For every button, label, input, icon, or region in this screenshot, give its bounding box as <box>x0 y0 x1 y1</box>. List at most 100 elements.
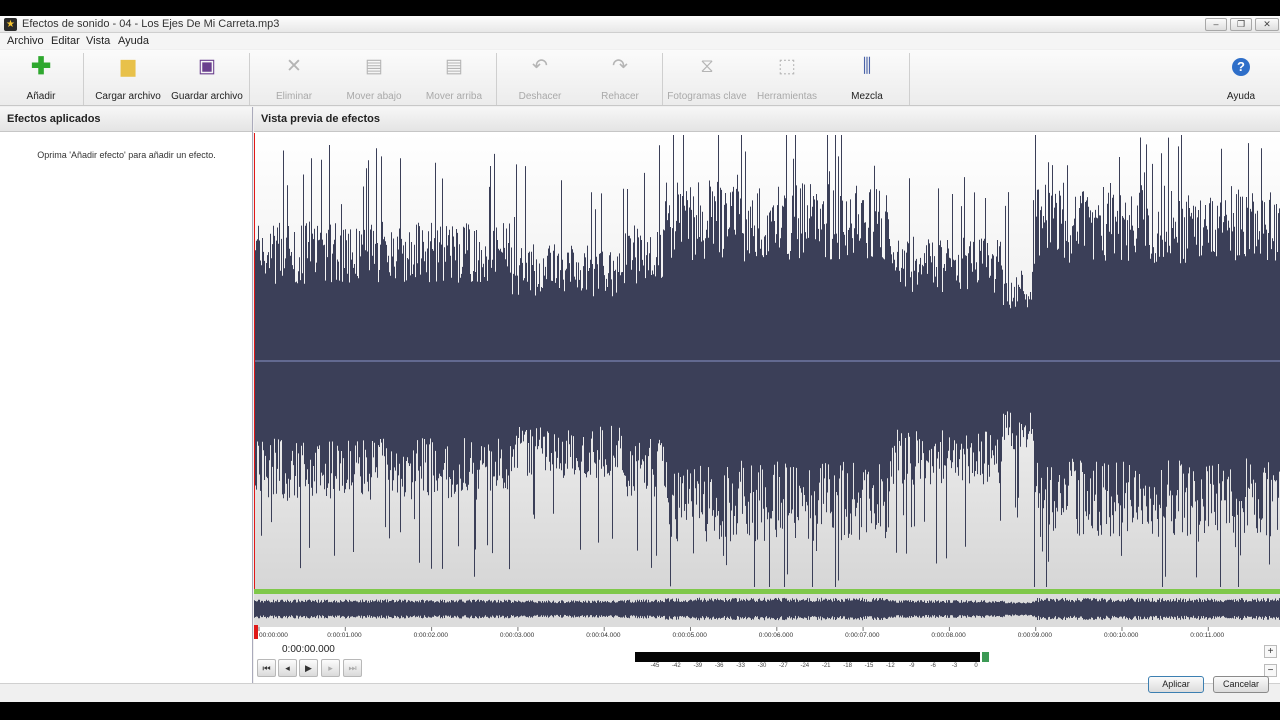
save-file-label: Guardar archivo <box>171 91 243 102</box>
folder-icon: ▆ <box>120 56 136 77</box>
mix-waveform-icon: ⫼ <box>862 56 872 77</box>
screen: ★ Efectos de sonido - 04 - Los Ejes De M… <box>0 0 1280 720</box>
delete-x-icon: ✕ <box>286 56 302 77</box>
effects-preview-title: Vista previa de efectos <box>254 107 1280 132</box>
menu-archivo[interactable]: Archivo <box>7 35 44 47</box>
move-down-button[interactable]: ▤ Mover abajo <box>340 52 408 104</box>
plus-icon: ✚ <box>30 53 52 80</box>
cancel-button[interactable]: Cancelar <box>1213 676 1269 693</box>
dialog-footer <box>0 683 1280 702</box>
app-icon: ★ <box>4 18 17 31</box>
menu-bar: Archivo Editar Vista Ayuda <box>0 33 1280 49</box>
volume-meter <box>635 652 980 662</box>
timeline-overview[interactable]: 00:00:000 0:00:01.000 0:00:02.000 0:00:03.0… <box>254 589 1280 641</box>
ruler-label: 00:00:000 <box>259 632 288 639</box>
move-down-label: Mover abajo <box>346 91 402 102</box>
meter-scale-label: -33 <box>736 663 745 669</box>
meter-scale-label: -42 <box>672 663 681 669</box>
ruler-label: 0:00:09.000 <box>1018 632 1053 639</box>
ruler-label: 0:00:03.000 <box>500 632 535 639</box>
ruler-label: 0:00:04.000 <box>586 632 621 639</box>
overview-range-bar[interactable] <box>254 589 1280 594</box>
add-label: Añadir <box>26 91 56 102</box>
play-button[interactable]: ▶ <box>299 659 318 677</box>
applied-effects-title: Efectos aplicados <box>0 107 252 132</box>
overview-playhead[interactable] <box>254 625 258 639</box>
meter-scale-label: -12 <box>886 663 895 669</box>
move-up-button[interactable]: ▤ Mover arriba <box>420 52 488 104</box>
save-disk-icon: ▣ <box>198 56 216 77</box>
meter-scale-label: -45 <box>650 663 660 669</box>
step-back-button[interactable]: ◂ <box>278 659 297 677</box>
keyframes-label: Fotogramas clave <box>667 91 747 102</box>
toolbar-separator <box>249 53 250 105</box>
redo-arrow-icon: ↷ <box>612 56 628 77</box>
step-forward-button[interactable]: ▸ <box>321 659 340 677</box>
meter-scale-label: -21 <box>821 663 831 669</box>
title-bar[interactable]: ★ Efectos de sonido - 04 - Los Ejes De M… <box>0 16 1280 33</box>
menu-editar[interactable]: Editar <box>51 35 80 47</box>
load-file-button[interactable]: ▆ Cargar archivo <box>92 52 164 104</box>
ruler-label: 0:00:01.000 <box>327 632 362 639</box>
help-label: Ayuda <box>1226 91 1256 102</box>
add-effect-hint: Oprima 'Añadir efecto' para añadir un ef… <box>37 150 216 160</box>
volume-meter-peak <box>982 652 989 662</box>
effects-preview-pane: Vista previa de efectos 00:00:000 0:00:01… <box>254 107 1280 683</box>
toolbar-separator <box>909 53 910 105</box>
delete-label: Eliminar <box>275 91 313 102</box>
close-button[interactable]: ✕ <box>1255 18 1279 31</box>
toolbar-separator <box>662 53 663 105</box>
mix-label: Mezcla <box>851 91 883 102</box>
ruler-label: 0:00:07.000 <box>845 632 880 639</box>
undo-button[interactable]: ↶ Deshacer <box>508 52 572 104</box>
move-up-label: Mover arriba <box>425 91 483 102</box>
meter-scale-label: -30 <box>757 663 767 669</box>
redo-button[interactable]: ↷ Rehacer <box>588 52 652 104</box>
timeline-ruler: 00:00:000 0:00:01.000 0:00:02.000 0:00:03.0… <box>258 627 1225 639</box>
go-to-start-button[interactable]: ⏮ <box>257 659 276 677</box>
window-title: Efectos de sonido - 04 - Los Ejes De Mi … <box>22 18 280 30</box>
help-button[interactable]: ? Ayuda <box>1218 52 1264 104</box>
sound-effects-window: ★ Efectos de sonido - 04 - Los Ejes De M… <box>0 16 1280 702</box>
load-file-label: Cargar archivo <box>95 91 161 102</box>
zoom-in-button[interactable]: + <box>1264 645 1277 658</box>
meter-scale-label: -36 <box>714 663 724 669</box>
ruler-label: 0:00:11.000 <box>1190 632 1224 639</box>
waveform-display[interactable] <box>254 133 1280 589</box>
move-down-icon: ▤ <box>365 56 383 77</box>
apply-button[interactable]: Aplicar <box>1148 676 1204 693</box>
redo-label: Rehacer <box>601 91 639 102</box>
ruler-label: 0:00:05.000 <box>673 632 708 639</box>
ruler-label: 0:00:10.000 <box>1104 632 1139 639</box>
help-question-icon: ? <box>1232 58 1250 76</box>
current-time: 0:00:00.000 <box>282 644 335 655</box>
meter-scale-label: -9 <box>909 663 915 669</box>
meter-scale-label: -18 <box>843 663 852 669</box>
maximize-button[interactable]: ❐ <box>1230 18 1252 31</box>
keyframes-button[interactable]: ⧖ Fotogramas clave <box>666 52 748 104</box>
meter-scale-label: -24 <box>800 663 810 669</box>
minimize-button[interactable]: – <box>1205 18 1227 31</box>
meter-scale-label: -6 <box>930 663 936 669</box>
add-button[interactable]: ✚ Añadir <box>14 52 68 104</box>
menu-ayuda[interactable]: Ayuda <box>118 35 149 47</box>
menu-vista[interactable]: Vista <box>86 35 110 47</box>
go-to-end-button[interactable]: ⏭ <box>343 659 362 677</box>
tools-frame-icon: ⬚ <box>778 56 796 77</box>
meter-scale-label: -27 <box>779 663 788 669</box>
overview-waveform <box>254 597 1280 621</box>
mix-button[interactable]: ⫼ Mezcla <box>840 52 894 104</box>
delete-button[interactable]: ✕ Eliminar <box>262 52 326 104</box>
ruler-label: 0:00:08.000 <box>931 632 966 639</box>
volume-meter-scale: -45 -42 -39 -36 -33 -30 -27 -24 -21 -18 -15 -12 -9 -6… <box>635 663 980 673</box>
undo-arrow-icon: ↶ <box>532 56 548 77</box>
toolbar-separator <box>83 53 84 105</box>
tools-button[interactable]: ⬚ Herramientas <box>754 52 820 104</box>
meter-scale-label: -3 <box>951 663 958 669</box>
toolbar: ✚ Añadir ▆ Cargar archivo ▣ Guardar arch… <box>0 50 1280 106</box>
keyframes-icon: ⧖ <box>700 56 714 77</box>
ruler-label: 0:00:06.000 <box>759 632 794 639</box>
tools-label: Herramientas <box>756 91 818 102</box>
applied-effects-pane: Efectos aplicados Oprima 'Añadir efecto'… <box>0 107 253 683</box>
save-file-button[interactable]: ▣ Guardar archivo <box>170 52 244 104</box>
